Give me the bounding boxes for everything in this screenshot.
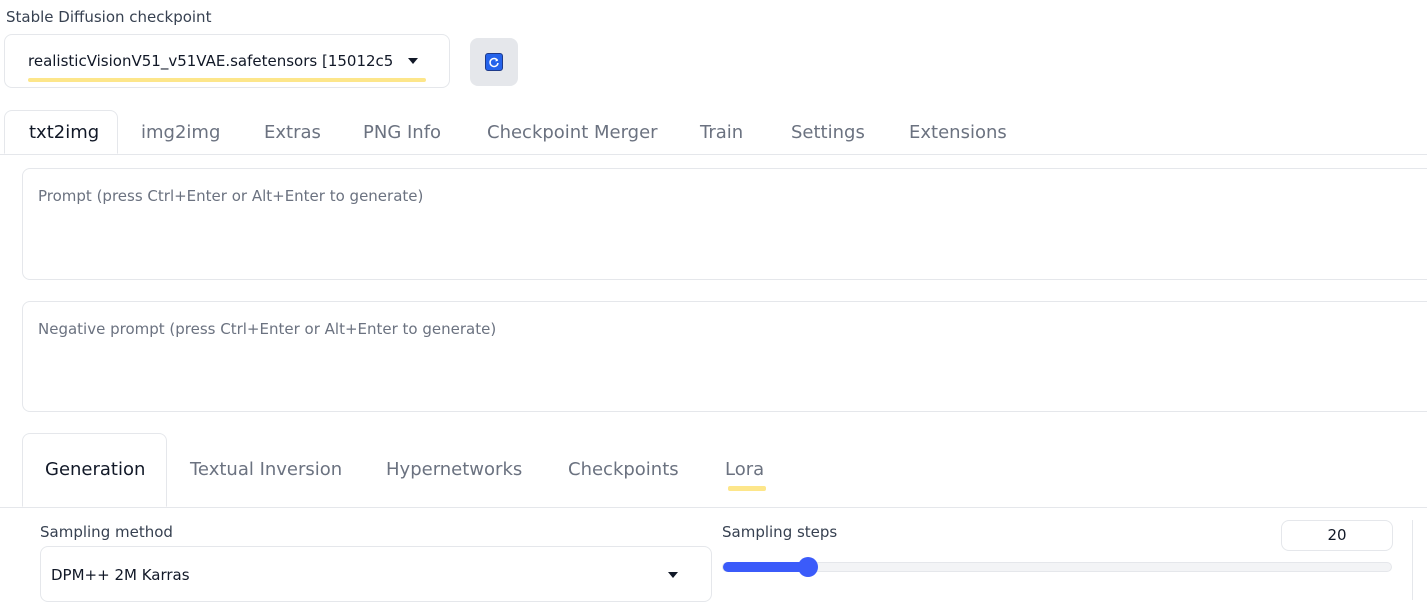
slider-fill — [723, 562, 808, 572]
tab-txt2img[interactable]: txt2img — [29, 122, 99, 143]
checkpoint-dropdown[interactable]: realisticVisionV51_v51VAE.safetensors [1… — [4, 34, 450, 88]
chevron-down-icon — [668, 572, 678, 578]
highlight-underline — [28, 78, 426, 82]
checkpoint-label: Stable Diffusion checkpoint — [6, 8, 212, 26]
tab-extensions[interactable]: Extensions — [909, 122, 1007, 143]
chevron-down-icon — [408, 58, 418, 64]
tab-extras[interactable]: Extras — [264, 122, 321, 143]
checkpoint-value: realisticVisionV51_v51VAE.safetensors [1… — [28, 52, 394, 70]
sampling-method-dropdown[interactable]: DPM++ 2M Karras — [40, 546, 712, 602]
sampling-steps-input[interactable]: 20 — [1281, 520, 1393, 551]
tab-checkpoint-merger[interactable]: Checkpoint Merger — [487, 122, 658, 143]
main-tab-bar: txt2img img2img Extras PNG Info Checkpoi… — [0, 110, 1427, 155]
sampling-steps-label: Sampling steps — [722, 523, 838, 541]
tab-train[interactable]: Train — [700, 122, 743, 143]
negative-prompt-input[interactable]: Negative prompt (press Ctrl+Enter or Alt… — [22, 301, 1427, 412]
sampling-steps-slider[interactable] — [722, 557, 1392, 577]
prompt-placeholder: Prompt (press Ctrl+Enter or Alt+Enter to… — [38, 187, 424, 205]
refresh-icon — [485, 53, 503, 71]
slider-thumb[interactable] — [798, 557, 818, 577]
tab-png-info[interactable]: PNG Info — [363, 122, 441, 143]
tab-generation[interactable]: Generation — [45, 459, 145, 480]
tab-checkpoints[interactable]: Checkpoints — [568, 459, 679, 480]
tab-img2img[interactable]: img2img — [141, 122, 220, 143]
sub-tab-bar: Generation Textual Inversion Hypernetwor… — [0, 433, 1427, 508]
panel-edge — [1412, 520, 1427, 600]
refresh-checkpoint-button[interactable] — [470, 38, 518, 86]
highlight-underline — [728, 486, 766, 491]
tab-lora[interactable]: Lora — [725, 459, 764, 480]
tab-settings[interactable]: Settings — [791, 122, 865, 143]
prompt-input[interactable]: Prompt (press Ctrl+Enter or Alt+Enter to… — [22, 168, 1427, 280]
sampling-method-label: Sampling method — [40, 523, 173, 541]
tab-textual-inversion[interactable]: Textual Inversion — [190, 459, 342, 480]
negative-prompt-placeholder: Negative prompt (press Ctrl+Enter or Alt… — [38, 320, 497, 338]
sampling-method-value: DPM++ 2M Karras — [51, 566, 190, 584]
tab-hypernetworks[interactable]: Hypernetworks — [386, 459, 522, 480]
